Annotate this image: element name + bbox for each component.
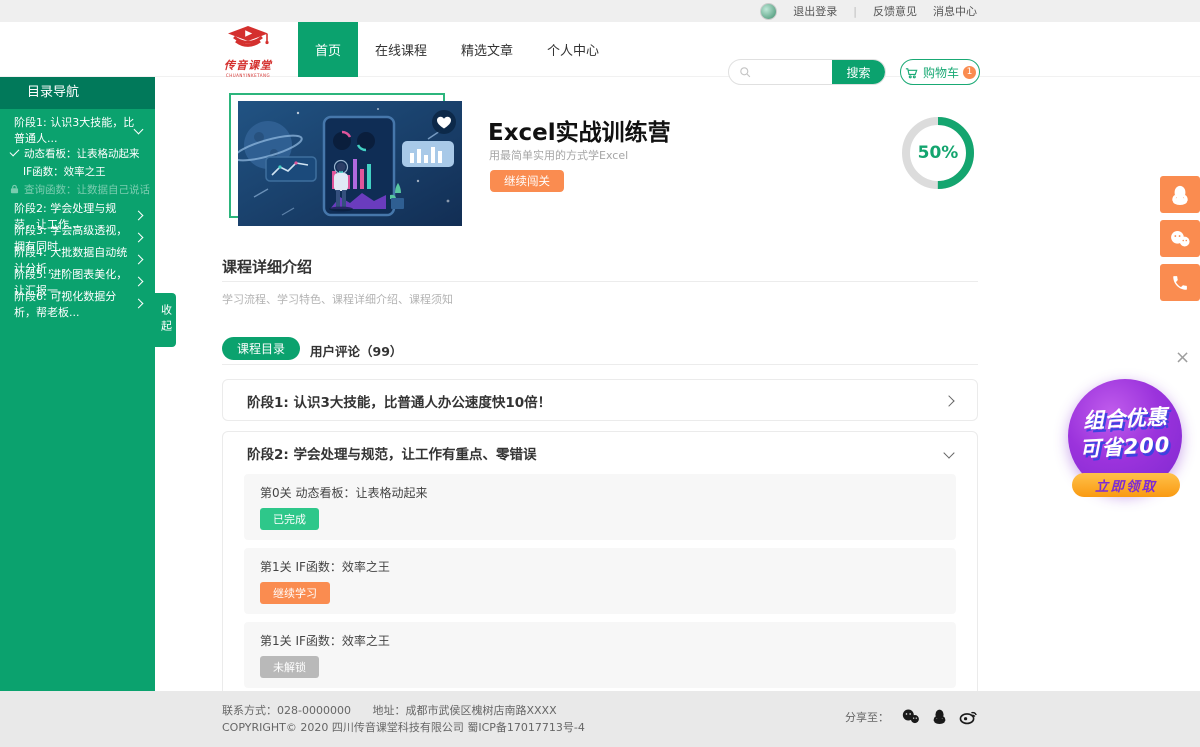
- tab-catalog[interactable]: 课程目录: [222, 337, 300, 360]
- qq-icon: [1170, 184, 1190, 206]
- nav-tab-courses[interactable]: 在线课程: [358, 22, 444, 77]
- lesson-row: 第0关 动态看板：让表格动起来 已完成: [244, 474, 956, 540]
- lesson-status-badge-continue[interactable]: 继续学习: [260, 582, 330, 604]
- sidebar-lesson-done[interactable]: 动态看板：让表格动起来: [0, 145, 155, 161]
- sidebar-stage-6[interactable]: 阶段6: 可视化数据分析，帮老板...: [0, 294, 155, 313]
- course-banner-image[interactable]: [238, 101, 462, 226]
- detail-heading: 课程详细介绍: [222, 256, 312, 277]
- weibo-share-icon[interactable]: [959, 708, 978, 725]
- chevron-right-icon: [134, 299, 144, 309]
- footer-contact: 联系方式：028-0000000: [222, 704, 351, 717]
- progress-ring: 50%: [900, 115, 976, 191]
- lesson-row: 第1关 IF函数：效率之王 继续学习: [244, 548, 956, 614]
- tab-comments[interactable]: 用户评论（99）: [310, 341, 402, 360]
- top-utility-bar: 退出登录 | 反馈意见 消息中心: [0, 0, 1200, 22]
- logo-subtitle: CHUANYINKETANG: [222, 73, 274, 78]
- chevron-right-icon: [134, 233, 144, 243]
- feedback-link[interactable]: 反馈意见: [873, 3, 917, 19]
- chevron-right-icon: [134, 255, 144, 265]
- lesson-status-badge-done[interactable]: 已完成: [260, 508, 319, 530]
- footer: 联系方式：028-0000000 地址：成都市武侯区槐树店南路XXXX COPY…: [0, 691, 1200, 747]
- phone-icon: [1171, 274, 1189, 292]
- lesson-row: 第1关 IF函数：效率之王 未解锁: [244, 622, 956, 688]
- nav-tab-articles[interactable]: 精选文章: [444, 22, 530, 77]
- cart-icon: [904, 65, 919, 80]
- detail-description: 学习流程、学习特色、课程详细介绍、课程须知: [222, 291, 453, 307]
- check-icon: [10, 147, 20, 157]
- promo-line-2: 可省200: [1067, 428, 1182, 464]
- sidebar-lesson-label: IF函数：效率之王: [23, 164, 106, 179]
- sidebar-stage-6-label: 阶段6: 可视化数据分析，帮老板...: [14, 288, 135, 320]
- logout-link[interactable]: 退出登录: [793, 3, 837, 19]
- logo-icon: [226, 25, 270, 53]
- divider-line: [222, 364, 978, 365]
- footer-contact-line: 联系方式：028-0000000 地址：成都市武侯区槐树店南路XXXX: [222, 702, 575, 718]
- accordion-stage-1[interactable]: 阶段1: 认识3大技能，比普通人办公速度快10倍！: [222, 379, 978, 421]
- sidebar-lesson-locked[interactable]: 查询函数：让数据自己说话: [0, 181, 155, 197]
- catalog-sidebar: 目录导航 阶段1: 认识3大技能，比普通人... 动态看板：让表格动起来 IF函…: [0, 77, 155, 691]
- search-button[interactable]: 搜索: [832, 59, 885, 85]
- chevron-down-icon: [943, 447, 954, 458]
- footer-address: 地址：成都市武侯区槐树店南路XXXX: [372, 704, 556, 717]
- nav-tab-profile[interactable]: 个人中心: [530, 22, 616, 77]
- sidebar-lesson-current[interactable]: IF函数：效率之王: [0, 163, 155, 179]
- wechat-contact-button[interactable]: [1160, 220, 1200, 257]
- footer-copyright: COPYRIGHT© 2020 四川传音课堂科技有限公司 蜀ICP备170177…: [222, 719, 585, 735]
- chevron-right-icon: [134, 211, 144, 221]
- site-logo[interactable]: 传音课堂 CHUANYINKETANG: [222, 25, 274, 78]
- accordion-stage-2: 阶段2: 学会处理与规范，让工作有重点、零错误 第0关 动态看板：让表格动起来 …: [222, 431, 978, 711]
- footer-share: 分享至：: [845, 708, 978, 725]
- lesson-name: 第1关 IF函数：效率之王: [260, 558, 940, 575]
- cart-button[interactable]: 购物车 1: [900, 59, 980, 85]
- cart-count-badge: 1: [963, 66, 976, 79]
- sidebar-lesson-label: 动态看板：让表格动起来: [24, 146, 140, 161]
- wechat-icon: [1169, 229, 1191, 249]
- course-title: Excel实战训练营: [488, 113, 671, 147]
- lock-icon: [10, 184, 19, 194]
- cart-label: 购物车: [923, 64, 959, 81]
- logo-title: 传音课堂: [222, 57, 274, 73]
- sidebar-collapse-button[interactable]: 收起: [155, 293, 176, 347]
- chevron-right-icon: [943, 395, 954, 406]
- chevron-down-icon: [134, 125, 144, 135]
- divider-line: [222, 281, 978, 282]
- lesson-status-badge-locked[interactable]: 未解锁: [260, 656, 319, 678]
- divider: |: [853, 5, 857, 18]
- accordion-stage-2-title: 阶段2: 学会处理与规范，让工作有重点、零错误: [247, 443, 537, 463]
- search-input[interactable]: [752, 59, 832, 85]
- accordion-stage-1-title: 阶段1: 认识3大技能，比普通人办公速度快10倍！: [247, 391, 551, 411]
- continue-course-button[interactable]: 继续闯关: [490, 170, 564, 192]
- promo-claim-button[interactable]: 立即领取: [1072, 473, 1180, 497]
- lesson-name: 第1关 IF函数：效率之王: [260, 632, 940, 649]
- course-subtitle: 用最简单实用的方式学Excel: [489, 147, 628, 163]
- messages-link[interactable]: 消息中心: [933, 3, 977, 19]
- qq-contact-button[interactable]: [1160, 176, 1200, 213]
- sidebar-stage-1-label: 阶段1: 认识3大技能，比普通人...: [14, 114, 135, 146]
- wechat-share-icon[interactable]: [901, 708, 920, 725]
- sidebar-title: 目录导航: [0, 77, 155, 109]
- promo-close-icon[interactable]: ×: [1175, 349, 1190, 367]
- main-navbar: 传音课堂 CHUANYINKETANG 首页 在线课程 精选文章 个人中心 搜索…: [0, 22, 1200, 77]
- progress-percentage: 50%: [900, 115, 976, 191]
- qq-share-icon[interactable]: [932, 708, 947, 725]
- accordion-stage-2-header[interactable]: 阶段2: 学会处理与规范，让工作有重点、零错误: [223, 432, 977, 474]
- nav-menu: 首页 在线课程 精选文章 个人中心: [298, 22, 616, 77]
- search-bar: 搜索: [728, 59, 886, 85]
- lesson-name: 第0关 动态看板：让表格动起来: [260, 484, 940, 501]
- sidebar-lesson-label: 查询函数：让数据自己说话: [24, 182, 150, 197]
- user-avatar[interactable]: [760, 3, 777, 20]
- chevron-right-icon: [134, 277, 144, 287]
- nav-tab-home[interactable]: 首页: [298, 22, 358, 77]
- search-icon: [738, 65, 752, 79]
- share-label: 分享至：: [845, 709, 889, 725]
- phone-contact-button[interactable]: [1160, 264, 1200, 301]
- sidebar-stage-1[interactable]: 阶段1: 认识3大技能，比普通人...: [0, 120, 155, 139]
